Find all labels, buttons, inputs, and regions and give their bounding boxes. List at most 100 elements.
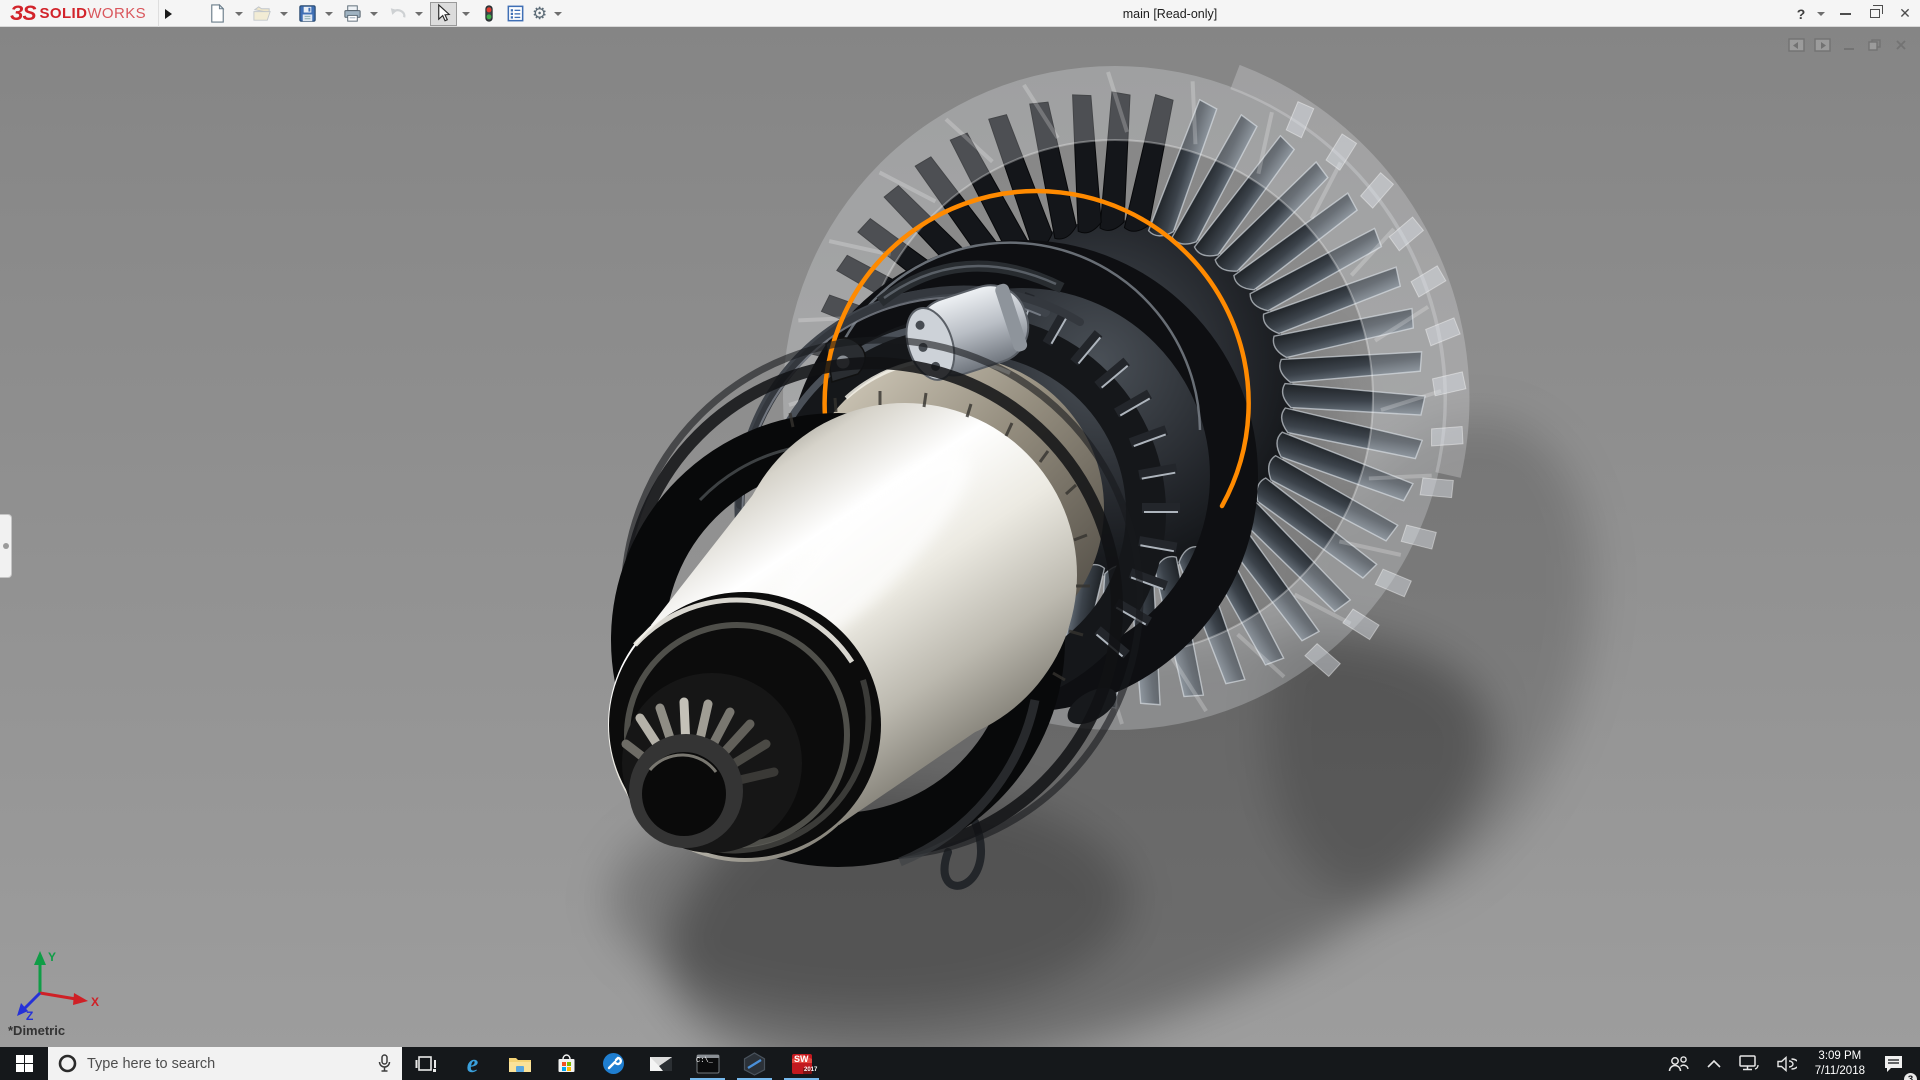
toolbar-flyout-button[interactable] xyxy=(158,0,178,27)
minimize-icon xyxy=(1840,13,1851,15)
pane-left-button[interactable] xyxy=(1784,36,1810,54)
edge-icon: e xyxy=(467,1051,479,1077)
system-tray: 3:09 PM 7/11/2018 3 xyxy=(1658,1047,1920,1080)
document-window-controls xyxy=(1784,36,1914,54)
sw-icon-year: 2017 xyxy=(804,1067,817,1073)
speaker-icon xyxy=(1777,1056,1797,1072)
network-icon xyxy=(1739,1055,1759,1072)
restore-button[interactable] xyxy=(1860,0,1890,27)
graphics-viewport[interactable]: Y X Z *Dimetric xyxy=(0,27,1920,1048)
save-floppy-icon xyxy=(297,3,318,24)
wrench-tool-icon xyxy=(602,1052,625,1075)
store-button[interactable] xyxy=(543,1047,590,1080)
hexagon-app-icon xyxy=(743,1052,766,1076)
edge-browser-button[interactable]: e xyxy=(449,1047,496,1080)
print-icon xyxy=(342,3,363,24)
undo-dropdown-caret[interactable] xyxy=(415,12,423,16)
undo-button[interactable] xyxy=(385,2,410,26)
select-cursor-icon xyxy=(433,3,454,24)
search-placeholder: Type here to search xyxy=(87,1056,377,1072)
cortana-icon xyxy=(58,1054,77,1073)
reference-triad: Y X Z xyxy=(14,947,104,1021)
mail-button[interactable] xyxy=(637,1047,684,1080)
people-icon xyxy=(1667,1055,1689,1073)
print-button[interactable] xyxy=(340,2,365,26)
restore-icon xyxy=(1870,9,1880,18)
start-button[interactable] xyxy=(0,1047,48,1080)
engine-model[interactable] xyxy=(0,27,1920,1048)
quick-access-toolbar: ⚙ xyxy=(205,0,569,27)
document-title: main [Read-only] xyxy=(1020,0,1320,27)
new-dropdown-caret[interactable] xyxy=(235,12,243,16)
file-properties-button[interactable] xyxy=(503,2,528,26)
minimize-button[interactable] xyxy=(1830,0,1860,27)
windows-logo-icon xyxy=(16,1055,33,1072)
triad-z-label: Z xyxy=(26,1009,33,1021)
help-icon: ? xyxy=(1797,6,1806,22)
taskbar-search-box[interactable]: Type here to search xyxy=(48,1047,402,1080)
file-properties-icon xyxy=(505,3,526,24)
notification-icon xyxy=(1883,1054,1904,1073)
save-dropdown-caret[interactable] xyxy=(325,12,333,16)
windows-taskbar: Type here to search e xyxy=(0,1047,1920,1080)
open-folder-icon xyxy=(252,3,273,24)
action-center-button[interactable]: 3 xyxy=(1874,1047,1920,1080)
mail-icon xyxy=(649,1055,673,1073)
task-view-icon xyxy=(415,1054,437,1074)
triad-x-label: X xyxy=(91,995,99,1009)
chevron-up-icon xyxy=(1707,1059,1721,1068)
people-button[interactable] xyxy=(1658,1047,1698,1080)
doc-restore-button[interactable] xyxy=(1862,36,1888,54)
tab-dot-icon xyxy=(3,543,9,549)
command-prompt-button[interactable]: C:\_ xyxy=(684,1047,731,1080)
solidworks-window: ЗS SOLIDWORKS xyxy=(0,0,1920,1080)
microphone-icon[interactable] xyxy=(377,1054,392,1073)
open-document-button[interactable] xyxy=(250,2,275,26)
file-explorer-icon xyxy=(508,1054,532,1074)
task-view-button[interactable] xyxy=(402,1047,449,1080)
print-dropdown-caret[interactable] xyxy=(370,12,378,16)
close-icon: ✕ xyxy=(1899,5,1911,22)
show-hidden-icons-button[interactable] xyxy=(1698,1047,1730,1080)
doc-close-button[interactable] xyxy=(1888,36,1914,54)
feature-tree-collapsed-tab[interactable] xyxy=(0,514,12,578)
support-tool-button[interactable] xyxy=(590,1047,637,1080)
traffic-light-icon xyxy=(479,3,499,24)
network-button[interactable] xyxy=(1730,1047,1768,1080)
doc-minimize-button[interactable] xyxy=(1836,36,1862,54)
view-orientation-label: *Dimetric xyxy=(8,1023,65,1038)
help-dropdown-caret[interactable] xyxy=(1816,0,1830,27)
options-dropdown-caret[interactable] xyxy=(554,12,562,16)
file-explorer-button[interactable] xyxy=(496,1047,543,1080)
clock-time: 3:09 PM xyxy=(1815,1049,1865,1063)
new-document-icon xyxy=(207,3,228,24)
solidworks-2017-button[interactable]: SW 2017 xyxy=(778,1047,825,1080)
pane-right-button[interactable] xyxy=(1810,36,1836,54)
new-document-button[interactable] xyxy=(205,2,230,26)
close-button[interactable]: ✕ xyxy=(1890,0,1920,27)
flyout-arrow-icon xyxy=(165,9,172,19)
dassault-logo-icon: ЗS xyxy=(10,2,36,26)
gear-icon: ⚙ xyxy=(532,4,547,24)
window-controls: ? ✕ xyxy=(1786,0,1920,27)
inner-cone xyxy=(622,673,802,853)
select-dropdown-caret[interactable] xyxy=(462,12,470,16)
cad-viewer-button[interactable] xyxy=(731,1047,778,1080)
open-dropdown-caret[interactable] xyxy=(280,12,288,16)
volume-button[interactable] xyxy=(1768,1047,1806,1080)
select-tool-button[interactable] xyxy=(430,2,457,26)
sw-icon-text: SW xyxy=(794,1054,809,1064)
undo-arrow-icon xyxy=(387,3,408,24)
clock-date: 7/11/2018 xyxy=(1815,1064,1865,1078)
cmd-prompt-text: C:\_ xyxy=(696,1057,713,1065)
solidworks-logo: ЗS SOLIDWORKS xyxy=(10,0,146,27)
save-button[interactable] xyxy=(295,2,320,26)
store-icon xyxy=(556,1053,577,1074)
help-button[interactable]: ? xyxy=(1786,0,1816,27)
triad-y-label: Y xyxy=(48,950,56,964)
taskbar-clock[interactable]: 3:09 PM 7/11/2018 xyxy=(1806,1047,1874,1080)
app-titlebar: ЗS SOLIDWORKS xyxy=(0,0,1920,27)
options-button[interactable]: ⚙ xyxy=(530,2,549,26)
notification-badge: 3 xyxy=(1904,1073,1917,1080)
selection-filter-button[interactable] xyxy=(477,2,501,26)
